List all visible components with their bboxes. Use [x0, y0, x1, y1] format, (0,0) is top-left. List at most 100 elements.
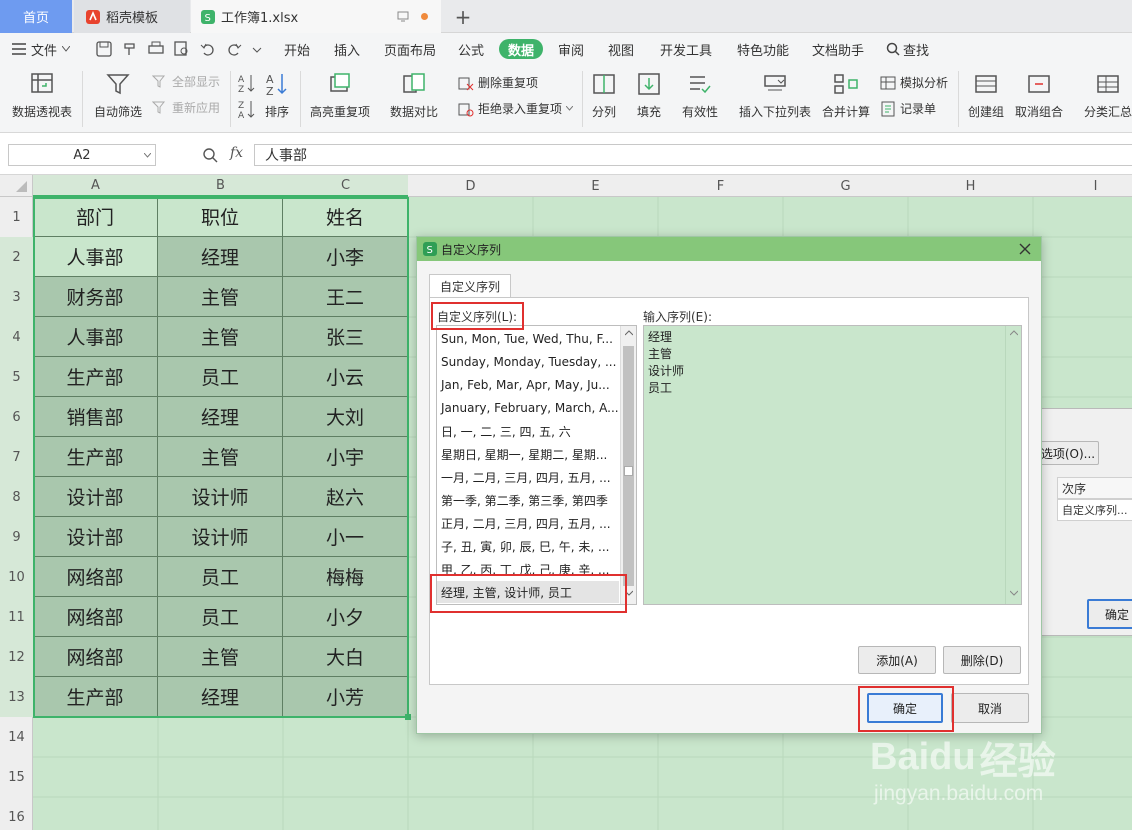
custom-list-box[interactable]: Sun, Mon, Tue, Wed, Thu, F... Sunday, Mon…: [436, 325, 637, 605]
column-header-i[interactable]: I: [1033, 175, 1132, 197]
scroll-up-icon[interactable]: [1010, 330, 1018, 336]
sort-button[interactable]: AZ 排序: [264, 71, 290, 120]
entry-scrollbar[interactable]: [1005, 326, 1021, 604]
zoom-icon[interactable]: [202, 147, 218, 163]
menu-item-view[interactable]: 视图: [608, 33, 634, 65]
row-header[interactable]: 16: [0, 797, 33, 830]
cell-name[interactable]: 小夕: [283, 597, 408, 637]
close-icon[interactable]: [1019, 243, 1031, 255]
row-header[interactable]: 15: [0, 757, 33, 797]
row-header[interactable]: 6: [0, 397, 33, 437]
cell-position[interactable]: 员工: [158, 597, 283, 637]
header-cell-department[interactable]: 部门: [33, 197, 158, 237]
cell-name[interactable]: 赵六: [283, 477, 408, 517]
sort-desc-icon[interactable]: ZA: [238, 99, 256, 119]
row-header[interactable]: 5: [0, 357, 33, 397]
cell-department[interactable]: 设计部: [33, 517, 158, 557]
cell-name[interactable]: 小云: [283, 357, 408, 397]
ungroup-button[interactable]: 取消组合: [1015, 71, 1063, 120]
what-if-analysis-button[interactable]: 模拟分析: [880, 74, 948, 91]
row-header[interactable]: 9: [0, 517, 33, 557]
list-item[interactable]: 一月, 二月, 三月, 四月, 五月, ...: [441, 466, 619, 488]
row-header[interactable]: 13: [0, 677, 33, 717]
tab-home[interactable]: 首页: [0, 0, 72, 33]
print-icon[interactable]: [148, 41, 164, 57]
data-compare-button[interactable]: 数据对比: [390, 71, 438, 120]
show-all-button[interactable]: 全部显示: [152, 73, 220, 90]
cell-name[interactable]: 小宇: [283, 437, 408, 477]
cell-name[interactable]: 大刘: [283, 397, 408, 437]
list-scrollbar[interactable]: [620, 326, 636, 604]
validity-button[interactable]: 有效性: [682, 71, 718, 120]
cell-position[interactable]: 主管: [158, 277, 283, 317]
cell-name[interactable]: 小李: [283, 237, 408, 277]
row-header[interactable]: 8: [0, 477, 33, 517]
cell-name[interactable]: 小芳: [283, 677, 408, 717]
row-header[interactable]: 11: [0, 597, 33, 637]
list-item[interactable]: 第一季, 第二季, 第三季, 第四季: [441, 489, 619, 511]
cancel-button[interactable]: 取消: [951, 693, 1029, 723]
cell-department[interactable]: 生产部: [33, 677, 158, 717]
column-header-e[interactable]: E: [533, 175, 658, 197]
delete-button[interactable]: 删除(D): [943, 646, 1021, 674]
menu-item-start[interactable]: 开始: [284, 33, 310, 65]
cell-position[interactable]: 经理: [158, 677, 283, 717]
consolidate-button[interactable]: 合并计算: [822, 71, 870, 120]
menu-item-data[interactable]: 数据: [499, 39, 544, 59]
window-icon[interactable]: [397, 10, 409, 22]
tab-custom-list[interactable]: 自定义序列: [429, 274, 511, 298]
scroll-up-icon[interactable]: [625, 330, 633, 336]
file-menu[interactable]: 文件: [12, 33, 71, 65]
cell-name[interactable]: 梅梅: [283, 557, 408, 597]
cell-department[interactable]: 网络部: [33, 637, 158, 677]
autofilter-button[interactable]: 自动筛选: [94, 71, 142, 120]
cell-position[interactable]: 主管: [158, 317, 283, 357]
cell-department[interactable]: 生产部: [33, 437, 158, 477]
cell-position[interactable]: 设计师: [158, 517, 283, 557]
cell-position[interactable]: 主管: [158, 437, 283, 477]
formula-input[interactable]: 人事部: [254, 144, 1132, 166]
menu-item-developer[interactable]: 开发工具: [660, 33, 712, 65]
select-all-corner[interactable]: [0, 175, 33, 197]
order-value-cell[interactable]: 自定义序列...: [1057, 499, 1132, 521]
add-button[interactable]: 添加(A): [858, 646, 936, 674]
cell-department[interactable]: 网络部: [33, 557, 158, 597]
column-header-d[interactable]: D: [408, 175, 533, 197]
column-header-b[interactable]: B: [158, 175, 283, 197]
cell-department[interactable]: 财务部: [33, 277, 158, 317]
cell-position[interactable]: 设计师: [158, 477, 283, 517]
menu-item-formula[interactable]: 公式: [458, 33, 484, 65]
menu-item-features[interactable]: 特色功能: [737, 33, 789, 65]
highlight-duplicates-button[interactable]: 高亮重复项: [310, 71, 370, 120]
column-header-a[interactable]: A: [33, 175, 158, 197]
list-item[interactable]: 正月, 二月, 三月, 四月, 五月, ...: [441, 512, 619, 534]
cell-department[interactable]: 生产部: [33, 357, 158, 397]
menu-item-doc-assistant[interactable]: 文档助手: [812, 33, 864, 65]
sort-asc-icon[interactable]: AZ: [238, 73, 256, 93]
record-form-button[interactable]: 记录单: [880, 100, 936, 117]
header-cell-position[interactable]: 职位: [158, 197, 283, 237]
list-item[interactable]: 星期日, 星期一, 星期二, 星期...: [441, 443, 619, 465]
redo-icon[interactable]: [226, 41, 242, 57]
menu-item-page-layout[interactable]: 页面布局: [384, 33, 436, 65]
column-header-f[interactable]: F: [658, 175, 783, 197]
row-header[interactable]: 4: [0, 317, 33, 357]
new-tab-button[interactable]: +: [448, 0, 478, 33]
undo-icon[interactable]: [200, 41, 216, 57]
row-header[interactable]: 2: [0, 237, 33, 277]
cell-department[interactable]: 设计部: [33, 477, 158, 517]
cell-position[interactable]: 经理: [158, 237, 283, 277]
customize-icon[interactable]: [252, 41, 262, 57]
split-column-button[interactable]: 分列: [591, 71, 617, 120]
search-menu[interactable]: 查找: [886, 33, 929, 65]
subtotal-button[interactable]: 分类汇总: [1084, 71, 1132, 120]
cell-position[interactable]: 经理: [158, 397, 283, 437]
row-header[interactable]: 7: [0, 437, 33, 477]
column-header-h[interactable]: H: [908, 175, 1033, 197]
cell-department[interactable]: 人事部: [33, 317, 158, 357]
create-group-button[interactable]: 创建组: [968, 71, 1004, 120]
cell-name[interactable]: 小一: [283, 517, 408, 557]
cell-position[interactable]: 主管: [158, 637, 283, 677]
menu-item-review[interactable]: 审阅: [558, 33, 584, 65]
row-header[interactable]: 10: [0, 557, 33, 597]
